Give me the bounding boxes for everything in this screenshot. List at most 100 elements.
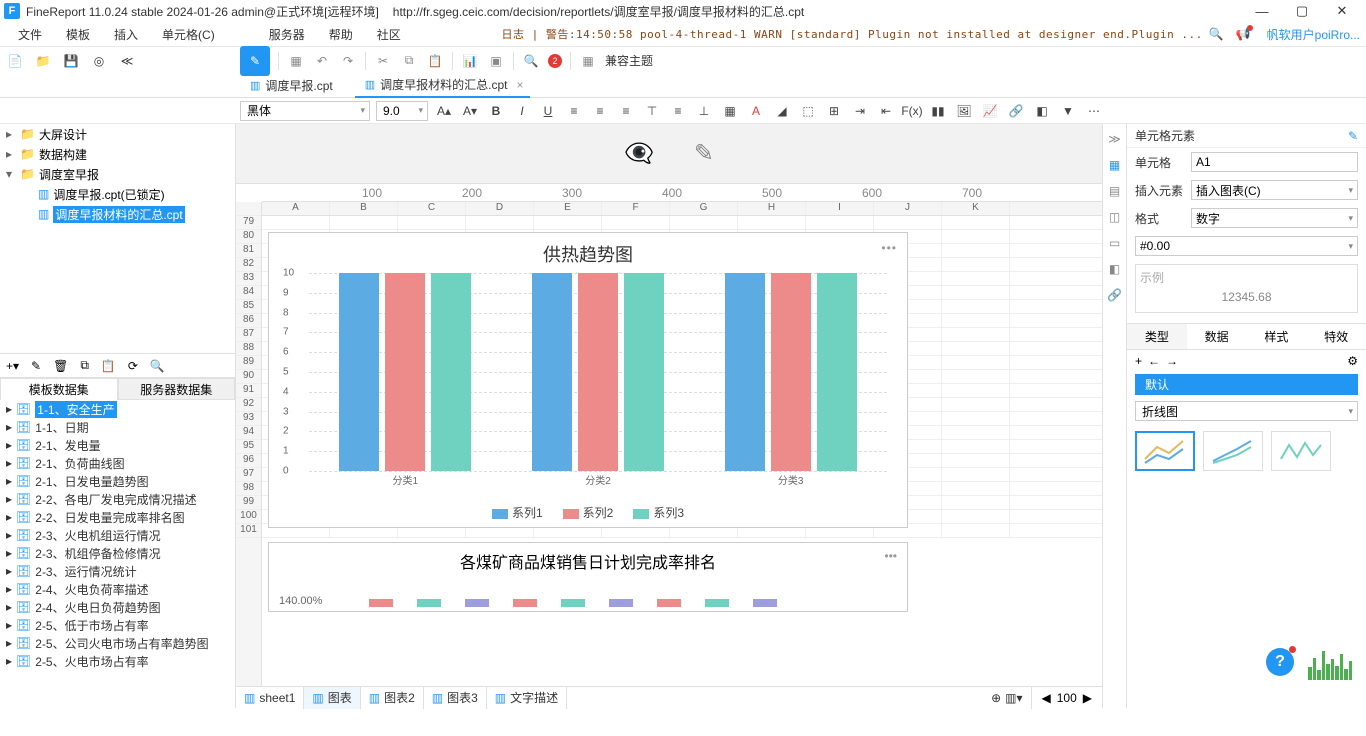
font-select[interactable]: 黑体 xyxy=(240,101,370,121)
align-center-icon[interactable]: ≡ xyxy=(590,101,610,121)
sheet-tab[interactable]: ▥文字描述 xyxy=(487,687,567,709)
alert-badge[interactable]: 2 xyxy=(548,54,562,68)
sheet-tab[interactable]: ▥图表2 xyxy=(361,687,424,709)
hyperlink-icon[interactable]: 🔗 xyxy=(1006,101,1026,121)
sheet-menu-icon[interactable]: ▥▾ xyxy=(1005,691,1022,705)
user-label[interactable]: 帆软用户poiRro... xyxy=(1267,26,1360,43)
valign-bot-icon[interactable]: ⊥ xyxy=(694,101,714,121)
series-add-icon[interactable]: + xyxy=(1135,354,1142,368)
sheet-tab[interactable]: ▥图表3 xyxy=(424,687,487,709)
preview-icon[interactable]: ▦ xyxy=(287,54,305,68)
mode-toggle[interactable]: ✎ xyxy=(240,46,270,76)
expand-right-icon[interactable]: ≫ xyxy=(1108,132,1121,146)
bold-button[interactable]: B xyxy=(486,101,506,121)
format-select[interactable]: 数字 xyxy=(1191,208,1358,228)
menu-community[interactable]: 社区 xyxy=(365,26,413,43)
barcode-icon[interactable]: ▮▮ xyxy=(928,101,948,121)
dataset-item[interactable]: ▸🗄2-1、日发电量趋势图 xyxy=(0,472,235,490)
widget-icon[interactable]: ◧ xyxy=(1109,262,1120,276)
formula-icon[interactable]: F(x) xyxy=(902,101,922,121)
merge-icon[interactable]: ⬚ xyxy=(798,101,818,121)
dataset-list[interactable]: ▸🗄1-1、安全生产▸🗄1-1、日期▸🗄2-1、发电量▸🗄2-1、负荷曲线图▸🗄… xyxy=(0,400,235,708)
row-headers[interactable]: 7980818283848586878889909192939495969798… xyxy=(236,202,262,686)
unmerge-icon[interactable]: ⊞ xyxy=(824,101,844,121)
find-icon[interactable]: 🔍 xyxy=(522,54,540,68)
link-icon[interactable]: ▭ xyxy=(1109,236,1120,250)
condition-icon[interactable]: ◫ xyxy=(1109,210,1120,224)
redo-icon[interactable]: ↷ xyxy=(339,54,357,68)
menu-insert[interactable]: 插入 xyxy=(102,26,150,43)
tree-item[interactable]: ▸📁数据构建 xyxy=(0,144,235,164)
chart-more-icon[interactable]: ••• xyxy=(881,241,897,255)
locate-icon[interactable]: ◎ xyxy=(90,52,108,70)
line-variant-3[interactable] xyxy=(1271,431,1331,471)
edit-icon[interactable]: ✎ xyxy=(694,139,714,168)
dataset-item[interactable]: ▸🗄2-2、各电厂发电完成情况描述 xyxy=(0,490,235,508)
dataset-item[interactable]: ▸🗄2-3、运行情况统计 xyxy=(0,562,235,580)
visibility-off-icon[interactable]: 👁‍🗨 xyxy=(624,139,654,168)
menu-file[interactable]: 文件 xyxy=(6,26,54,43)
ct-style[interactable]: 样式 xyxy=(1247,324,1307,349)
dataset-item[interactable]: ▸🗄2-4、火电负荷率描述 xyxy=(0,580,235,598)
number-format-select[interactable]: #0.00 xyxy=(1135,236,1358,256)
image-icon[interactable]: 🖼 xyxy=(954,101,974,121)
ds-copy-icon[interactable]: ⧉ xyxy=(80,358,89,373)
insert-element-select[interactable]: 插入图表(C) xyxy=(1191,180,1358,200)
dataset-item[interactable]: ▸🗄2-1、发电量 xyxy=(0,436,235,454)
series-prev-icon[interactable]: ← xyxy=(1148,354,1160,368)
valign-top-icon[interactable]: ⊤ xyxy=(642,101,662,121)
menu-help[interactable]: 帮助 xyxy=(317,26,365,43)
new-file-icon[interactable]: 📄 xyxy=(6,52,24,70)
line-variant-1[interactable] xyxy=(1135,431,1195,471)
dataset-item[interactable]: ▸🗄2-1、负荷曲线图 xyxy=(0,454,235,472)
ds-refresh-icon[interactable]: ⟳ xyxy=(128,359,138,373)
outdent-icon[interactable]: ⇤ xyxy=(876,101,896,121)
collapse-icon[interactable]: ≪ xyxy=(118,52,136,70)
copy-icon[interactable]: ⧉ xyxy=(400,53,418,68)
add-sheet-icon[interactable]: ⊕ xyxy=(991,691,1001,705)
line-variant-2[interactable] xyxy=(1203,431,1263,471)
compat-theme-label[interactable]: 兼容主题 xyxy=(605,52,653,69)
chart-type-select[interactable]: 折线图 xyxy=(1135,401,1358,421)
file-tab[interactable]: ▥调度早报材料的汇总.cpt× xyxy=(355,74,530,98)
filter-icon[interactable]: ▼ xyxy=(1058,101,1078,121)
menu-template[interactable]: 模板 xyxy=(54,26,102,43)
ct-data[interactable]: 数据 xyxy=(1187,324,1247,349)
paste-icon[interactable]: 📋 xyxy=(426,54,444,68)
dataset-item[interactable]: ▸🗄2-5、低于市场占有率 xyxy=(0,616,235,634)
tree-item[interactable]: ▥调度早报材料的汇总.cpt xyxy=(0,204,235,224)
tree-item[interactable]: ▥调度早报.cpt(已锁定) xyxy=(0,184,235,204)
tree-item[interactable]: ▾📁调度室早报 xyxy=(0,164,235,184)
dataset-item[interactable]: ▸🗄2-4、火电日负荷趋势图 xyxy=(0,598,235,616)
align-left-icon[interactable]: ≡ xyxy=(564,101,584,121)
cut-icon[interactable]: ✂ xyxy=(374,54,392,68)
open-folder-icon[interactable]: 📁 xyxy=(34,52,52,70)
element-icon[interactable]: ▦ xyxy=(1109,158,1120,172)
tree-item[interactable]: ▸📁大屏设计 xyxy=(0,124,235,144)
search-icon[interactable]: 🔍 xyxy=(1209,27,1224,41)
series-settings-icon[interactable]: ⚙ xyxy=(1347,354,1358,368)
series-next-icon[interactable]: → xyxy=(1166,354,1178,368)
menu-cell[interactable]: 单元格(C) xyxy=(150,26,227,43)
valign-mid-icon[interactable]: ≡ xyxy=(668,101,688,121)
undo-icon[interactable]: ↶ xyxy=(313,54,331,68)
hyperlink-icon[interactable]: 🔗 xyxy=(1107,288,1122,302)
component-icon[interactable]: ▣ xyxy=(487,54,505,68)
indent-icon[interactable]: ⇥ xyxy=(850,101,870,121)
underline-button[interactable]: U xyxy=(538,101,558,121)
border-icon[interactable]: ▦ xyxy=(720,101,740,121)
widget-icon[interactable]: ◧ xyxy=(1032,101,1052,121)
minimize-button[interactable]: — xyxy=(1242,0,1282,22)
more-icon[interactable]: ⋯ xyxy=(1084,101,1104,121)
dataset-item[interactable]: ▸🗄2-5、火电市场占有率 xyxy=(0,652,235,670)
font-color-icon[interactable]: A xyxy=(746,101,766,121)
zoom-out-icon[interactable]: ◀ xyxy=(1042,691,1051,705)
maximize-button[interactable]: ▢ xyxy=(1282,0,1322,22)
dataset-item[interactable]: ▸🗄1-1、安全生产 xyxy=(0,400,235,418)
log-message[interactable]: 日志 | 警告:14:50:58 pool-4-thread-1 WARN [s… xyxy=(501,26,1202,42)
chart-heating-trend[interactable]: 供热趋势图 ••• 012345678910分类1分类2分类3 系列1 系列2 … xyxy=(268,232,908,528)
property-icon[interactable]: ▤ xyxy=(1109,184,1120,198)
close-button[interactable]: ✕ xyxy=(1322,0,1362,22)
ds-add-icon[interactable]: +▾ xyxy=(6,359,19,373)
sheet-tab[interactable]: ▥sheet1 xyxy=(236,687,304,709)
